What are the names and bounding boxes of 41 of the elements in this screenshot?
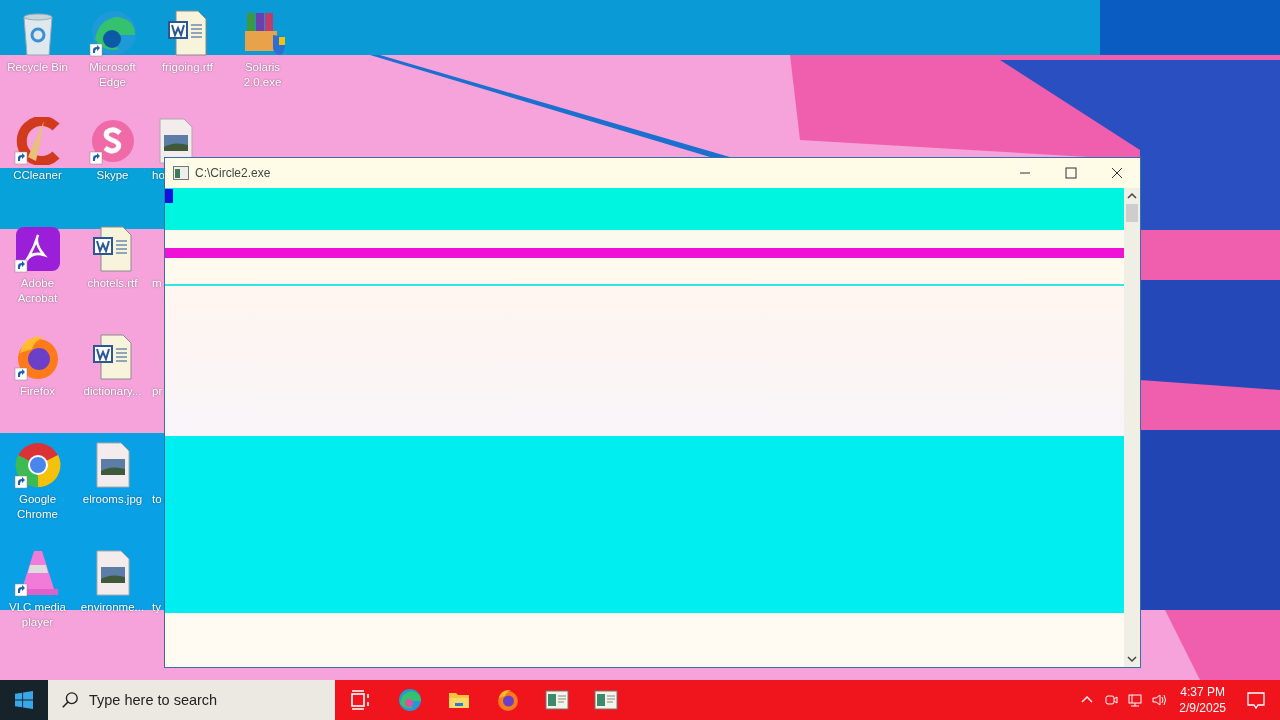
desktop-icon-label[interactable]: dictionary... <box>83 384 142 399</box>
start-button[interactable] <box>0 680 48 720</box>
desktop-icon-label[interactable]: frigoing.rtf <box>161 60 214 75</box>
search-field[interactable]: Type here to search <box>48 680 335 720</box>
skype-icon <box>88 117 137 165</box>
desktop-icon-label[interactable]: CCleaner <box>13 168 62 183</box>
desktop-icon-label[interactable]: chotels.rtf <box>87 276 138 291</box>
window-title: C:\Circle2.exe <box>195 166 271 180</box>
desktop-icon-label[interactable]: m <box>152 276 162 291</box>
scrollbar[interactable] <box>1124 188 1140 667</box>
edge-browser-icon[interactable] <box>397 688 422 712</box>
desktop-icon-label[interactable]: Firefox <box>19 384 56 399</box>
app-window-icon[interactable] <box>544 688 569 712</box>
clock-date: 2/9/2025 <box>1179 700 1226 716</box>
console-app-icon <box>173 165 189 181</box>
desktop-icon-label[interactable]: Solaris 2.0.exe <box>225 60 300 90</box>
desktop-icon-label[interactable]: ho <box>152 168 165 183</box>
network-icon[interactable] <box>1127 692 1144 708</box>
clock[interactable]: 4:37 PM 2/9/2025 <box>1179 684 1226 716</box>
scroll-thumb[interactable] <box>1126 204 1138 222</box>
acrobat-icon <box>13 225 62 273</box>
desktop-icon-label[interactable]: to <box>152 492 162 507</box>
windows-logo-icon <box>15 691 33 709</box>
chrome-icon <box>13 441 62 489</box>
desktop-icon-label[interactable]: Skype <box>96 168 129 183</box>
firefox-icon[interactable] <box>495 688 520 712</box>
camera-icon[interactable] <box>1103 692 1120 708</box>
edge-browser-icon <box>88 9 137 57</box>
desktop-icon-label[interactable]: Adobe Acrobat <box>0 276 75 306</box>
speaker-icon[interactable] <box>1151 692 1168 708</box>
desktop-icon-label[interactable]: Google Chrome <box>0 492 75 522</box>
desktop-icon-label[interactable]: Recycle Bin <box>7 60 68 75</box>
desktop-icon-label[interactable]: elrooms.jpg <box>82 492 143 507</box>
notification-icon[interactable] <box>1246 690 1266 710</box>
search-icon <box>61 691 79 709</box>
text-cursor <box>165 189 173 203</box>
ccleaner-icon <box>13 117 62 165</box>
desktop-icon-label[interactable]: pr <box>152 384 163 399</box>
desktop-icon-label[interactable]: Microsoft Edge <box>75 60 150 90</box>
app-window-icon[interactable] <box>593 688 618 712</box>
clock-time: 4:37 PM <box>1180 684 1225 700</box>
